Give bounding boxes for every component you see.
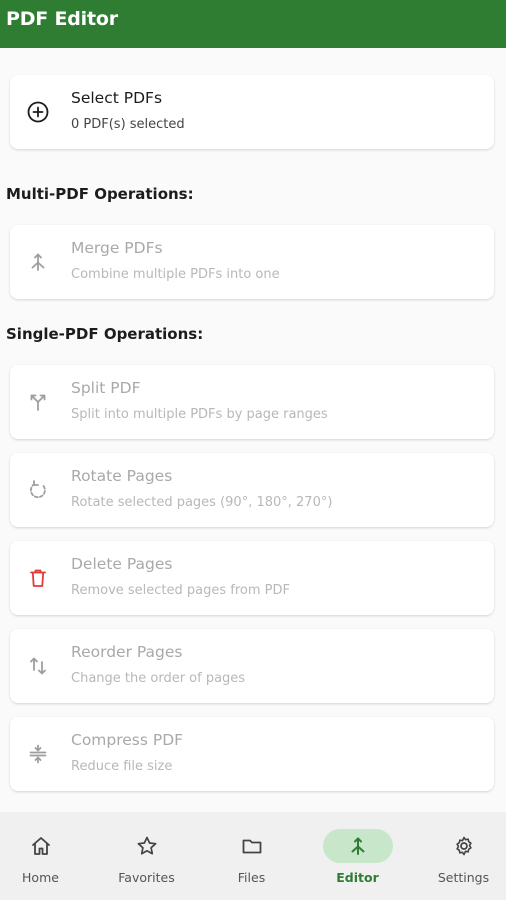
reorder-pages-title: Reorder Pages	[71, 643, 183, 661]
app-bar: PDF Editor	[0, 0, 506, 48]
nav-label-favorites: Favorites	[118, 870, 175, 885]
split-pdf-card[interactable]: Split PDF Split into multiple PDFs by pa…	[10, 365, 494, 439]
delete-pages-card[interactable]: Delete Pages Remove selected pages from …	[10, 541, 494, 615]
delete-pages-subtitle: Remove selected pages from PDF	[71, 583, 290, 598]
merge-pdfs-title: Merge PDFs	[71, 239, 163, 257]
select-pdfs-card[interactable]: Select PDFs 0 PDF(s) selected	[10, 75, 494, 149]
trash-icon	[26, 566, 50, 590]
compress-pdf-subtitle: Reduce file size	[71, 759, 173, 774]
app-title: PDF Editor	[6, 8, 118, 30]
nav-label-home: Home	[22, 870, 59, 885]
split-pdf-title: Split PDF	[71, 379, 141, 397]
reorder-pages-subtitle: Change the order of pages	[71, 671, 246, 686]
compress-icon	[26, 742, 50, 766]
single-pdf-section-label: Single-PDF Operations:	[6, 325, 204, 343]
split-pdf-subtitle: Split into multiple PDFs by page ranges	[71, 407, 328, 422]
compress-pdf-title: Compress PDF	[71, 731, 184, 749]
add-circle-icon	[26, 100, 50, 124]
rotate-pages-card[interactable]: Rotate Pages Rotate selected pages (90°,…	[10, 453, 494, 527]
nav-label-editor: Editor	[336, 870, 379, 885]
gear-icon	[452, 834, 476, 858]
folder-icon	[240, 834, 264, 858]
star-icon	[135, 834, 159, 858]
swap-vert-icon	[26, 654, 50, 678]
merge-pdfs-card[interactable]: Merge PDFs Combine multiple PDFs into on…	[10, 225, 494, 299]
nav-label-files: Files	[237, 870, 266, 885]
home-icon	[29, 834, 53, 858]
nav-item-files[interactable]: Files	[201, 812, 302, 900]
delete-pages-title: Delete Pages	[71, 555, 173, 573]
nav-item-editor[interactable]: Editor	[307, 812, 408, 900]
rotate-pages-subtitle: Rotate selected pages (90°, 180°, 270°)	[71, 495, 333, 510]
multi-pdf-section-label: Multi-PDF Operations:	[6, 185, 194, 203]
nav-label-settings: Settings	[437, 870, 490, 885]
split-icon	[26, 390, 50, 414]
select-pdfs-title: Select PDFs	[71, 89, 163, 107]
selected-count: 0 PDF(s) selected	[71, 117, 185, 132]
nav-item-home[interactable]: Home	[0, 812, 91, 900]
reorder-pages-card[interactable]: Reorder Pages Change the order of pages	[10, 629, 494, 703]
compress-pdf-card[interactable]: Compress PDF Reduce file size	[10, 717, 494, 791]
rotate-icon	[26, 478, 50, 502]
nav-item-favorites[interactable]: Favorites	[96, 812, 197, 900]
nav-item-settings[interactable]: Settings	[413, 812, 506, 900]
merge-pdfs-subtitle: Combine multiple PDFs into one	[71, 267, 280, 282]
bottom-nav: Home Favorites Files Editor Settings	[0, 812, 506, 900]
rotate-pages-title: Rotate Pages	[71, 467, 173, 485]
merge-icon	[346, 834, 370, 858]
merge-icon	[26, 250, 50, 274]
